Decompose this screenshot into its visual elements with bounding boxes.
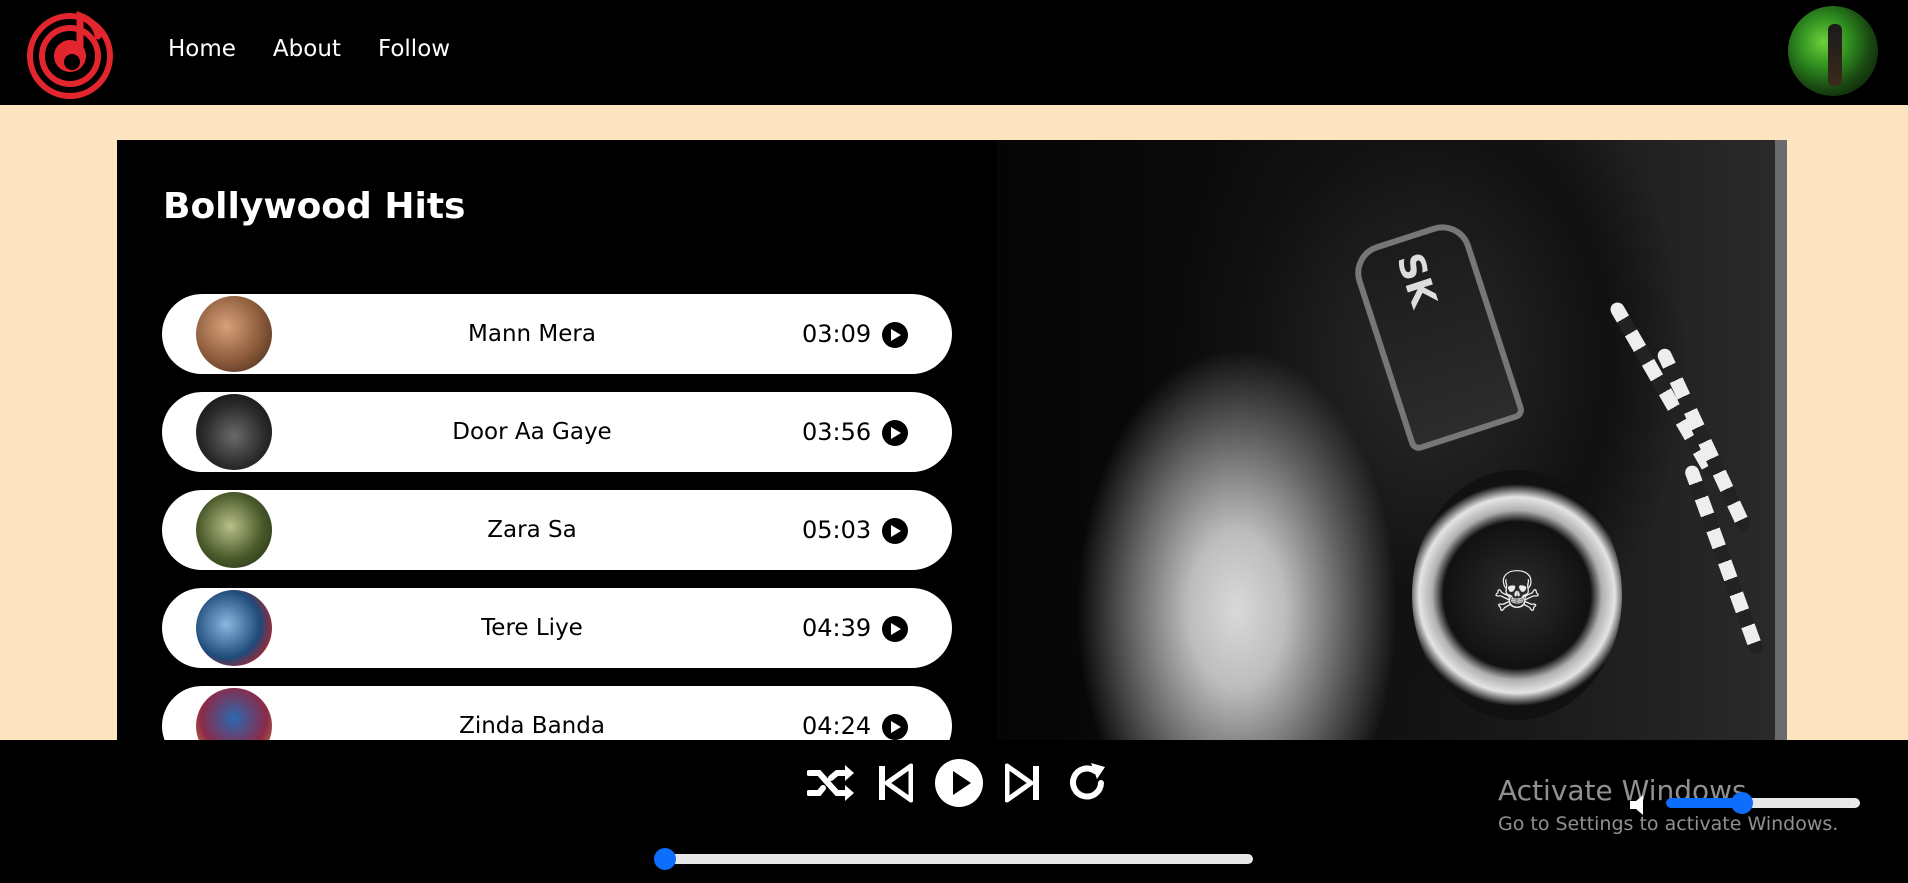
album-cover — [196, 492, 272, 568]
song-item[interactable]: Mann Mera 03:09 — [162, 294, 952, 374]
nav-link-about[interactable]: About — [273, 36, 341, 62]
song-name: Door Aa Gaye — [452, 419, 612, 445]
play-circle-icon[interactable] — [882, 420, 908, 446]
volume-slider-knob[interactable] — [1731, 792, 1753, 814]
song-duration: 04:39 — [802, 614, 872, 642]
navbar: Home About Follow — [0, 0, 1908, 105]
headphones-photo: SK ☠ — [997, 140, 1775, 740]
play-icon[interactable] — [934, 758, 984, 808]
volume-icon[interactable] — [1628, 792, 1654, 818]
song-duration: 03:09 — [802, 320, 872, 348]
music-note-logo-icon[interactable] — [26, 4, 122, 100]
progress-slider-knob[interactable] — [654, 848, 676, 870]
nav-link-home[interactable]: Home — [168, 36, 236, 62]
shuffle-icon[interactable] — [806, 758, 856, 808]
repeat-icon[interactable] — [1062, 758, 1112, 808]
skull-logo-icon: ☠ — [1492, 560, 1543, 625]
play-circle-icon[interactable] — [882, 322, 908, 348]
song-item[interactable]: Zara Sa 05:03 — [162, 490, 952, 570]
player-bar: Activate Windows Go to Settings to activ… — [0, 740, 1908, 883]
play-circle-icon[interactable] — [882, 714, 908, 740]
playlist-title: Bollywood Hits — [163, 186, 466, 227]
progress-slider[interactable] — [654, 848, 1253, 870]
next-icon[interactable] — [998, 758, 1048, 808]
song-item[interactable]: Tere Liye 04:39 — [162, 588, 952, 668]
previous-icon[interactable] — [870, 758, 920, 808]
album-cover — [196, 590, 272, 666]
headphone-band-graphic: SK — [1347, 216, 1527, 454]
watermark-subtitle: Go to Settings to activate Windows. — [1498, 813, 1839, 835]
nav-links: Home About Follow — [168, 36, 450, 62]
album-cover — [196, 394, 272, 470]
nav-link-follow[interactable]: Follow — [378, 36, 450, 62]
song-list: Mann Mera 03:09 Door Aa Gaye 03:56 Zara … — [162, 294, 952, 740]
song-item[interactable]: Zinda Banda 04:24 — [162, 686, 952, 740]
song-name: Zara Sa — [487, 517, 577, 543]
user-avatar[interactable] — [1788, 6, 1878, 96]
volume-slider[interactable] — [1666, 792, 1860, 814]
player-controls — [806, 758, 1112, 808]
song-name: Tere Liye — [481, 615, 583, 641]
play-circle-icon[interactable] — [882, 518, 908, 544]
song-name: Zinda Banda — [459, 713, 605, 739]
song-duration: 05:03 — [802, 516, 872, 544]
song-duration: 03:56 — [802, 418, 872, 446]
album-cover — [196, 296, 272, 372]
song-duration: 04:24 — [802, 712, 872, 740]
play-circle-icon[interactable] — [882, 616, 908, 642]
song-name: Mann Mera — [468, 321, 596, 347]
playlist-card: SK ☠ Bollywood Hits Mann Mera 03:09 Door… — [117, 140, 1787, 740]
song-item[interactable]: Door Aa Gaye 03:56 — [162, 392, 952, 472]
album-cover — [196, 688, 272, 740]
scrollbar[interactable] — [1775, 140, 1787, 740]
